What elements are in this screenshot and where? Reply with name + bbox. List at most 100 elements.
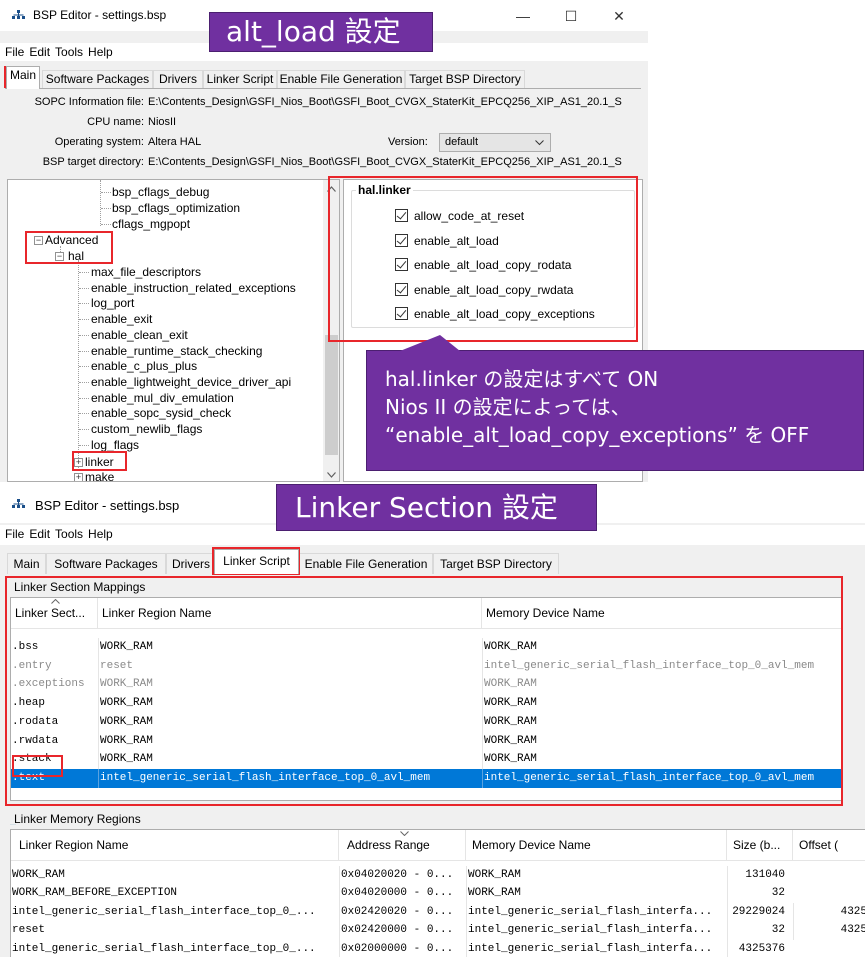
memory-region-row[interactable]: intel_generic_serial_flash_interface_top… <box>11 902 865 922</box>
collapse-icon[interactable]: − <box>55 252 64 261</box>
tab-enable-file-generation[interactable]: Enable File Generation <box>277 70 405 88</box>
os-value: Altera HAL <box>148 136 202 148</box>
section-mapping-row[interactable]: .text intel_generic_serial_flash_interfac… <box>11 768 842 788</box>
cell-device: WORK_RAM <box>466 884 726 904</box>
tree-item-hal-setting[interactable]: enable_mul_div_emulation <box>91 391 234 406</box>
tab-main[interactable]: Main <box>6 66 40 89</box>
maximize-button[interactable]: ☐ <box>548 7 594 25</box>
minimize-button[interactable]: — <box>500 7 546 25</box>
tree-item-cflags-mgpopt[interactable]: cflags_mgpopt <box>112 217 190 232</box>
cell-region: WORK_RAM <box>98 638 481 657</box>
checkbox-checked-icon[interactable] <box>395 282 408 296</box>
tree-item-hal-setting[interactable]: enable_instruction_related_exceptions <box>91 281 296 296</box>
section-mapping-row[interactable]: .entry reset intel_generic_serial_flash_in… <box>11 656 842 676</box>
cell-section: .rodata <box>12 715 59 728</box>
col-memory-device[interactable]: Memory Device Name <box>466 830 727 860</box>
cell-device: intel_generic_serial_flash_interface_top… <box>482 768 842 788</box>
tree-scroll-thumb[interactable] <box>325 335 338 455</box>
tree-item-make[interactable]: + make <box>74 470 114 481</box>
menu-file[interactable]: File <box>5 525 24 543</box>
hal-linker-option[interactable]: enable_alt_load_copy_exceptions <box>395 307 595 321</box>
menu-help[interactable]: Help <box>88 43 113 61</box>
tree-item-hal-setting[interactable]: log_port <box>91 296 134 311</box>
col-offset[interactable]: Offset ( <box>793 830 865 860</box>
tree-item-hal-setting[interactable]: enable_lightweight_device_driver_api <box>91 375 291 390</box>
tab-linker-script[interactable]: Linker Script <box>203 70 277 88</box>
tree-item-advanced[interactable]: − Advanced <box>34 233 98 248</box>
section-mapping-row[interactable]: .rodata WORK_RAM WORK_RAM <box>11 712 842 732</box>
menu-file[interactable]: File <box>5 43 24 61</box>
tree-item-hal-setting[interactable]: enable_clean_exit <box>91 328 188 343</box>
tree-item-hal-setting[interactable]: enable_exit <box>91 312 152 327</box>
tab-drivers[interactable]: Drivers <box>166 553 216 574</box>
hal-linker-option-label: enable_alt_load_copy_rodata <box>414 258 572 273</box>
window-title: BSP Editor - settings.bsp <box>35 498 180 513</box>
version-value: default <box>445 136 479 148</box>
tree-item-hal-setting[interactable]: log_flags <box>91 438 139 453</box>
tree-item-hal-setting[interactable]: max_file_descriptors <box>91 265 201 280</box>
tree-item-hal-setting[interactable]: enable_c_plus_plus <box>91 359 197 374</box>
tab-drivers[interactable]: Drivers <box>153 70 203 88</box>
hal-linker-option[interactable]: enable_alt_load <box>395 233 499 248</box>
checkbox-checked-icon[interactable] <box>395 258 408 272</box>
tree-item-bsp-cflags-debug[interactable]: bsp_cflags_debug <box>112 185 209 200</box>
tab-target-bsp-directory[interactable]: Target BSP Directory <box>433 553 559 574</box>
tree-item-hal-setting[interactable]: enable_runtime_stack_checking <box>91 344 262 359</box>
expand-icon[interactable]: + <box>74 473 83 481</box>
hal-linker-option[interactable]: enable_alt_load_copy_rwdata <box>395 282 573 297</box>
section-mapping-row[interactable]: .exceptions WORK_RAM WORK_RAM <box>11 675 842 695</box>
tree-scrollbar[interactable] <box>323 180 339 481</box>
memory-region-row[interactable]: intel_generic_serial_flash_interface_top… <box>11 939 865 957</box>
version-dropdown[interactable]: default <box>439 133 551 152</box>
tree-item-bsp-cflags-optimization[interactable]: bsp_cflags_optimization <box>112 201 240 216</box>
hal-linker-option[interactable]: allow_code_at_reset <box>395 209 524 223</box>
checkbox-checked-icon[interactable] <box>395 307 408 321</box>
col-linker-region-name[interactable]: Linker Region Name <box>98 598 482 628</box>
menu-tools[interactable]: Tools <box>55 43 83 61</box>
menu-tools[interactable]: Tools <box>55 525 83 543</box>
section-mapping-row[interactable]: .heap WORK_RAM WORK_RAM <box>11 694 842 714</box>
tab-target-bsp-directory[interactable]: Target BSP Directory <box>405 70 525 88</box>
tree-item-linker[interactable]: + linker <box>74 455 114 470</box>
tab-linker-script[interactable]: Linker Script <box>214 549 299 574</box>
col-region-name[interactable]: Linker Region Name <box>11 830 339 860</box>
tab-main[interactable]: Main <box>7 553 46 574</box>
memory-region-row[interactable]: WORK_RAM 0x04020020 - 0... WORK_RAM 131040 <box>11 866 865 885</box>
scroll-up-icon[interactable] <box>327 186 336 192</box>
cell-region: reset <box>98 656 481 676</box>
menu-edit[interactable]: Edit <box>29 525 50 543</box>
hal-linker-option[interactable]: enable_alt_load_copy_rodata <box>395 258 571 272</box>
expand-icon[interactable]: + <box>74 458 83 467</box>
scroll-down-icon[interactable] <box>327 472 336 478</box>
cell-region: WORK_RAM <box>12 869 65 881</box>
tree-item-hal-setting[interactable]: enable_sopc_sysid_check <box>91 406 231 421</box>
tree-item-hal[interactable]: − hal <box>55 249 84 264</box>
col-size[interactable]: Size (b... <box>727 830 793 860</box>
menu-help[interactable]: Help <box>88 525 113 543</box>
checkbox-checked-icon[interactable] <box>395 209 408 222</box>
tab-software-packages[interactable]: Software Packages <box>46 553 166 574</box>
cell-device: WORK_RAM <box>482 638 842 657</box>
linker-section-title-callout: Linker Section 設定 <box>276 484 597 531</box>
sopc-value: E:\Contents_Design\GSFI_Nios_Boot\GSFI_B… <box>148 96 622 108</box>
section-mapping-row[interactable]: .rwdata WORK_RAM WORK_RAM <box>11 731 842 751</box>
tree-item-hal-setting[interactable]: custom_newlib_flags <box>91 422 202 437</box>
memory-region-row[interactable]: WORK_RAM_BEFORE_EXCEPTION 0x04020000 - 0.… <box>11 884 865 904</box>
tab-enable-file-generation[interactable]: Enable File Generation <box>299 553 433 574</box>
cell-device: WORK_RAM <box>482 750 842 770</box>
section-mapping-row[interactable]: .bss WORK_RAM WORK_RAM <box>11 638 842 657</box>
cell-region: WORK_RAM <box>98 731 481 751</box>
tab-software-packages[interactable]: Software Packages <box>42 70 153 88</box>
note-line-1: hal.linker の設定はすべて ON <box>385 367 659 391</box>
checkbox-checked-icon[interactable] <box>395 233 408 247</box>
cell-region: WORK_RAM <box>98 750 481 770</box>
collapse-icon[interactable]: − <box>34 236 43 245</box>
memory-region-row[interactable]: reset 0x02420000 - 0... intel_generic_seri… <box>11 921 865 941</box>
linker-label: linker <box>85 455 114 469</box>
col-memory-device-name[interactable]: Memory Device Name <box>482 598 842 628</box>
menu-edit[interactable]: Edit <box>29 43 50 61</box>
note-line-2: Nios II の設定によっては、 <box>385 395 631 419</box>
close-button[interactable]: ✕ <box>596 7 642 25</box>
hal-linker-group-title: hal.linker <box>356 183 413 197</box>
section-mapping-row[interactable]: .stack WORK_RAM WORK_RAM <box>11 750 842 770</box>
